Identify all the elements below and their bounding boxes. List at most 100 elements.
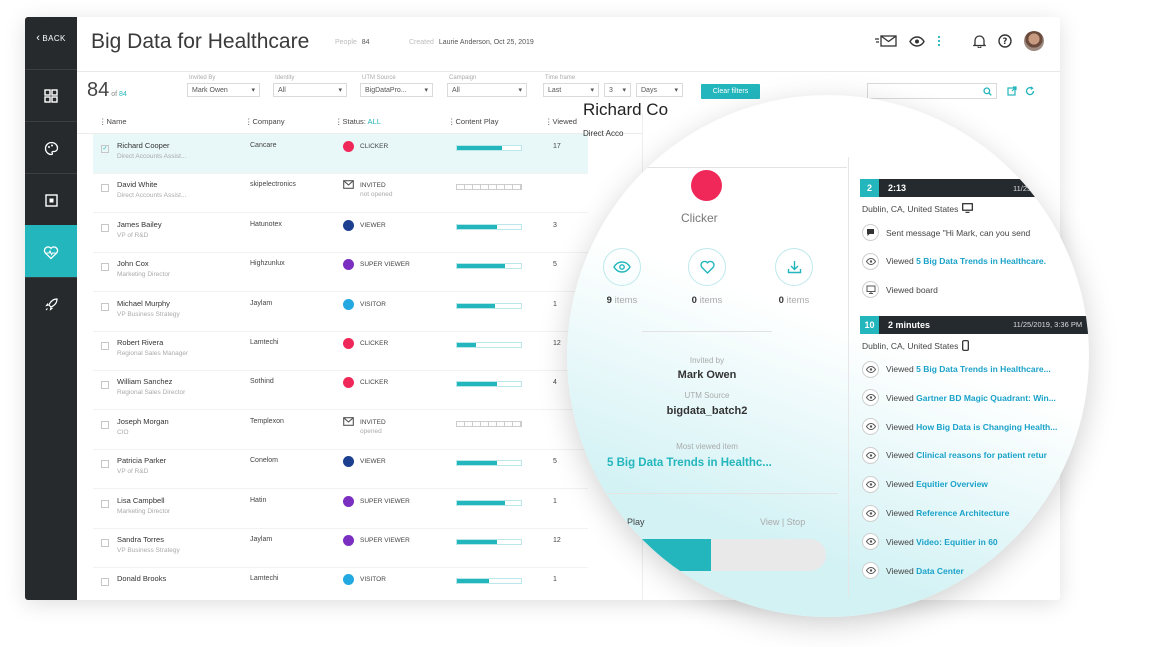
table-row[interactable]: Robert Rivera Regional Sales Manager Lamte… [93, 331, 588, 371]
activity-item[interactable]: Viewed How Big Data is Changing Health..… [862, 418, 1057, 436]
person-title: VP of R&D [117, 468, 149, 476]
status-dot [343, 141, 354, 152]
table-row[interactable]: Lisa Campbell Marketing Director Hatin SUPE… [93, 489, 588, 529]
view-stop-toggle[interactable]: View | Stop [760, 517, 805, 527]
activity-text: Viewed Equitier Overview [886, 479, 988, 489]
person-name[interactable]: Robert Rivera [117, 338, 163, 347]
activity-item[interactable]: Viewed Equitier Overview [862, 475, 988, 493]
status-badge: SUPER VIEWER [343, 259, 410, 271]
person-name[interactable]: John Cox [117, 259, 149, 268]
most-viewed-link[interactable]: 5 Big Data Trends in Healthc... [607, 457, 772, 469]
preview-eye-icon[interactable] [909, 35, 925, 47]
table-row[interactable]: Joseph Morgan CIO Templexon INVITED opened [93, 410, 588, 450]
sidebar-item-themes[interactable] [25, 121, 77, 174]
activity-link[interactable]: 5 Big Data Trends in Healthcare. [916, 256, 1046, 266]
row-checkbox[interactable] [101, 539, 109, 547]
person-name[interactable]: Sandra Torres [117, 535, 164, 544]
stat-unit: items [614, 295, 638, 306]
row-checkbox[interactable] [101, 263, 109, 272]
play-progress-bar[interactable] [627, 539, 826, 571]
activity-item[interactable]: Viewed Clinical reasons for patient retu… [862, 446, 1047, 464]
activity-link[interactable]: Reference Architecture [916, 508, 1009, 518]
person-name[interactable]: Lisa Campbell [117, 496, 165, 505]
activity-item[interactable]: Viewed Gartner BD Magic Quadrant: Win... [862, 389, 1056, 407]
filter-label: Identity [275, 75, 295, 81]
content-play-bar [456, 578, 522, 585]
location-text: Dublin, CA, United States [862, 341, 959, 351]
content-play-fill [457, 146, 502, 150]
invited-by-select[interactable]: Mark Owen ▾ [187, 83, 260, 97]
row-checkbox[interactable] [101, 578, 109, 587]
table-row[interactable]: ✓ Richard Cooper Direct Accounts Assist...… [93, 134, 588, 174]
activity-item[interactable]: Viewed 5 Big Data Trends in Healthcare..… [862, 360, 1051, 378]
row-checkbox[interactable] [101, 499, 109, 508]
row-checkbox[interactable] [101, 381, 109, 390]
utm-source-select[interactable]: BigDataPro... ▾ [360, 83, 433, 97]
sidebar-item-dashboard[interactable] [25, 69, 77, 122]
activity-link[interactable]: Equitier Overview [916, 479, 988, 489]
table-row[interactable]: John Cox Marketing Director Highzunlux SUPE… [93, 252, 588, 293]
person-name[interactable]: Richard Cooper [117, 141, 170, 150]
people-count: 84 [361, 39, 370, 46]
stat-circle[interactable] [603, 248, 641, 286]
identity-select[interactable]: All ▾ [273, 83, 347, 97]
person-title: Marketing Director [117, 507, 171, 515]
avatar[interactable] [1024, 31, 1044, 51]
activity-item[interactable]: Viewed Data Center [862, 562, 964, 580]
person-name[interactable]: Michael Murphy [117, 299, 170, 308]
person-name[interactable]: Joseph Morgan [117, 417, 169, 426]
activity-item[interactable]: Viewed 5 Big Data Trends in Healthcare. [862, 252, 1046, 270]
campaign-select[interactable]: All ▾ [447, 83, 527, 97]
activity-item[interactable]: Sent message "Hi Mark, can you send [862, 224, 1030, 241]
table-row[interactable]: Sandra Torres VP Business Strategy Jaylam S… [93, 528, 588, 568]
row-checkbox[interactable] [101, 302, 109, 311]
activity-link[interactable]: Clinical reasons for patient retur [916, 450, 1047, 460]
activity-link[interactable]: Video: Equitier in 60 [916, 537, 998, 547]
activity-link[interactable]: How Big Data is Changing Health... [916, 422, 1057, 432]
person-name[interactable]: James Bailey [117, 220, 162, 229]
sidebar-item-engagement[interactable] [25, 225, 77, 278]
table-row[interactable]: Donald Brooks Lamtechi VISITOR 1 [93, 567, 588, 600]
person-name[interactable]: Donald Brooks [117, 574, 166, 583]
row-checkbox[interactable]: ✓ [101, 145, 109, 153]
activity-text: Viewed Reference Architecture [886, 508, 1009, 518]
help-icon[interactable]: ? [998, 34, 1012, 48]
person-name[interactable]: David White [117, 180, 157, 189]
bell-icon[interactable] [973, 34, 986, 48]
company-name: Highzunlux [250, 260, 285, 268]
row-checkbox[interactable] [101, 420, 109, 429]
table-row[interactable]: James Bailey VP of R&D Hatunotex VIEWER 3 [93, 213, 588, 253]
activity-link[interactable]: Gartner BD Magic Quadrant: Win... [916, 393, 1056, 403]
row-checkbox[interactable] [101, 184, 109, 193]
table-row[interactable]: David White Direct Accounts Assist... skip… [93, 173, 588, 214]
stat-circle[interactable] [775, 248, 813, 286]
sidebar-item-launch[interactable] [25, 277, 77, 330]
table-row[interactable]: William Sanchez Regional Sales Director So… [93, 370, 588, 411]
col-content-play[interactable]: ⋮Content Play [448, 117, 498, 126]
more-vertical-icon[interactable] [937, 35, 941, 47]
col-status[interactable]: ⋮Status: ALL [335, 117, 381, 126]
viewed-count: 1 [553, 576, 557, 584]
person-name[interactable]: William Sanchez [117, 377, 172, 386]
activity-link[interactable]: 5 Big Data Trends in Healthcare... [916, 364, 1051, 374]
table-row[interactable]: Patricia Parker VP of R&D Conelom VIEWER 5 [93, 449, 588, 490]
activity-item[interactable]: Viewed Reference Architecture [862, 504, 1009, 522]
person-name[interactable]: Patricia Parker [117, 456, 166, 465]
table-row[interactable]: Michael Murphy VP Business Strategy Jaylam… [93, 292, 588, 332]
close-icon[interactable]: ✕ [1025, 115, 1047, 141]
activity-link[interactable]: Data Center [916, 566, 964, 576]
col-company[interactable]: ⋮Company [245, 117, 285, 126]
content-play-fill [457, 343, 477, 347]
invite-mail-icon[interactable] [875, 35, 897, 47]
activity-item[interactable]: Viewed board [862, 281, 938, 298]
sidebar-item-content[interactable] [25, 173, 77, 226]
back-button[interactable]: ‹ BACK [25, 17, 77, 59]
row-checkbox[interactable] [101, 342, 109, 350]
eye-icon [862, 533, 879, 551]
row-checkbox[interactable] [101, 223, 109, 232]
stat-circle[interactable] [688, 248, 726, 286]
person-title: Regional Sales Manager [117, 350, 189, 357]
row-checkbox[interactable] [101, 460, 109, 469]
col-name[interactable]: ⋮Name [99, 117, 127, 126]
activity-item[interactable]: Viewed Video: Equitier in 60 [862, 533, 998, 551]
